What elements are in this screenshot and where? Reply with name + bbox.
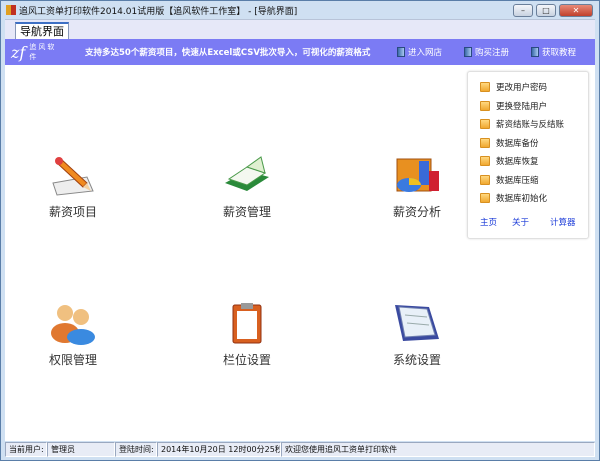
book-icon	[225, 156, 269, 191]
tutorial-link[interactable]: 获取教程	[531, 46, 576, 58]
app-window: 追风工资单打印软件2014.01试用版【追风软件工作室】 - [导航界面] – …	[0, 0, 600, 461]
clipboard-icon	[232, 303, 262, 344]
switch-user-item[interactable]: 更换登陆用户	[468, 97, 588, 116]
backup-item[interactable]: 数据库备份	[468, 134, 588, 153]
shop-link-label: 进入网店	[408, 48, 443, 58]
about-link[interactable]: 关于	[512, 216, 550, 228]
item-label: 数据库备份	[496, 138, 539, 149]
tab-navigation[interactable]: 导航界面	[15, 22, 69, 40]
register-link-label: 购买注册	[475, 48, 510, 58]
logo: zf 追风软件	[5, 42, 65, 62]
login-time-label: 登陆时间:	[115, 442, 157, 457]
status-message: 欢迎您使用追风工资单打印软件	[281, 442, 595, 457]
module-label: 薪资项目	[48, 205, 97, 219]
item-label: 更改用户密码	[496, 83, 548, 94]
close-button[interactable]: ✕	[559, 4, 593, 17]
module-salary-items[interactable]: 薪资项目	[23, 153, 123, 220]
book-icon	[531, 47, 540, 57]
item-label: 数据库初始化	[496, 194, 548, 205]
note-icon	[480, 193, 490, 204]
item-label: 数据库恢复	[496, 157, 539, 168]
title-bar: 追风工资单打印软件2014.01试用版【追风软件工作室】 - [导航界面] – …	[1, 1, 599, 19]
item-label: 数据库压缩	[496, 175, 539, 186]
note-icon	[480, 82, 490, 93]
note-icon	[480, 137, 490, 148]
pencil-paper-icon	[52, 157, 94, 196]
item-label: 更换登陆用户	[496, 101, 548, 112]
change-password-item[interactable]: 更改用户密码	[468, 78, 588, 97]
banner: zf 追风软件 支持多达50个薪资项目，快速从Excel或CSV批次导入，可视化的…	[5, 39, 595, 65]
item-label: 薪资结账与反结账	[496, 120, 565, 131]
module-label: 栏位设置	[222, 353, 271, 367]
book-icon	[464, 47, 473, 57]
module-salary-analysis[interactable]: 薪资分析	[367, 153, 467, 220]
notebook-icon	[395, 305, 439, 341]
tutorial-link-label: 获取教程	[542, 48, 577, 58]
home-link[interactable]: 主页	[480, 216, 512, 228]
compress-item[interactable]: 数据库压缩	[468, 171, 588, 190]
note-icon	[480, 119, 490, 130]
chart-icon	[396, 158, 439, 192]
register-link[interactable]: 购买注册	[464, 46, 509, 58]
note-icon	[480, 100, 490, 111]
window-title: 追风工资单打印软件2014.01试用版【追风软件工作室】 - [导航界面]	[19, 6, 298, 17]
note-icon	[480, 174, 490, 185]
module-label: 权限管理	[48, 353, 97, 367]
current-user-label: 当前用户:	[5, 442, 47, 457]
module-permissions[interactable]: 权限管理	[23, 301, 123, 368]
note-icon	[480, 156, 490, 167]
restore-item[interactable]: 数据库恢复	[468, 152, 588, 171]
module-label: 薪资管理	[222, 205, 271, 219]
module-column-settings[interactable]: 栏位设置	[197, 301, 297, 368]
initialize-item[interactable]: 数据库初始化	[468, 189, 588, 208]
book-icon	[397, 47, 405, 57]
login-time: 2014年10月20日 12时00分25秒	[157, 442, 281, 457]
logo-text: 追风软件	[29, 43, 57, 61]
current-user: 管理员	[47, 442, 115, 457]
module-system-settings[interactable]: 系统设置	[367, 301, 467, 368]
app-icon	[6, 5, 16, 15]
tab-strip: 导航界面	[5, 19, 595, 40]
closing-item[interactable]: 薪资结账与反结账	[468, 115, 588, 134]
shop-link[interactable]: 进入网店	[397, 46, 442, 58]
logo-mark: zf	[11, 42, 26, 62]
module-salary-management[interactable]: 薪资管理	[197, 153, 297, 220]
minimize-button[interactable]: –	[513, 4, 533, 17]
calculator-link[interactable]: 计算器	[550, 216, 576, 228]
navigation-area: 薪资项目 薪资管理 薪资分析 权限管理 栏位设置 系统设置 更改用户密码 更换登…	[5, 65, 595, 441]
maximize-button[interactable]: □	[536, 4, 556, 17]
users-icon	[51, 305, 95, 345]
status-bar: 当前用户: 管理员 登陆时间: 2014年10月20日 12时00分25秒 欢迎…	[5, 442, 595, 457]
quick-actions-panel: 更改用户密码 更换登陆用户 薪资结账与反结账 数据库备份 数据库恢复 数据库压缩…	[467, 71, 589, 239]
module-label: 薪资分析	[392, 205, 441, 219]
module-label: 系统设置	[392, 353, 441, 367]
slogan: 支持多达50个薪资项目，快速从Excel或CSV批次导入，可视化的薪资格式	[85, 48, 371, 58]
